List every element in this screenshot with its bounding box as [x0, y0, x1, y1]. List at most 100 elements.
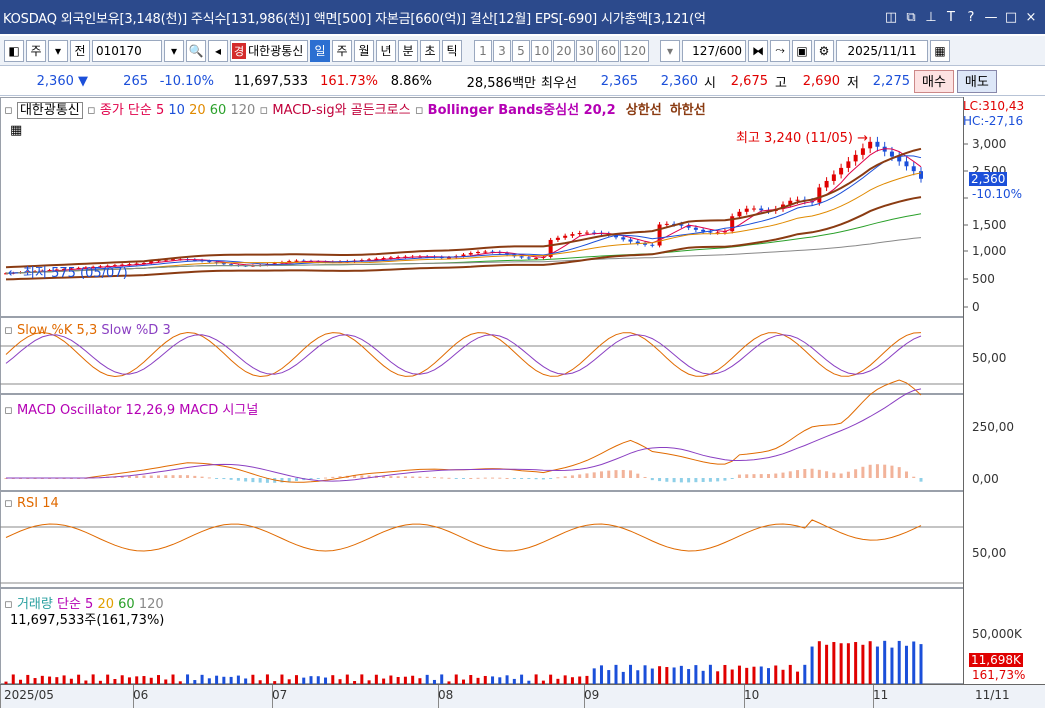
period-tab-2[interactable]: 월: [354, 39, 374, 62]
macd-axis-0: 0,00: [972, 472, 999, 486]
count-input[interactable]: 127/600: [682, 39, 747, 62]
market-dropdown-icon[interactable]: ▾: [48, 39, 68, 62]
volume-bar: [672, 667, 676, 684]
volume-bar: [803, 664, 807, 684]
maximize-icon[interactable]: □: [1001, 10, 1021, 25]
legend-macd: MACD: [179, 403, 219, 418]
chart-area[interactable]: ▫ 대한광통신 ▫ 종가 단순 5 10 20 60 120 ▫ MACD-si…: [0, 97, 1045, 708]
layout-icon[interactable]: ◧: [4, 39, 24, 62]
interval-button-2[interactable]: 5: [512, 39, 530, 62]
close-icon[interactable]: ×: [1021, 10, 1041, 25]
macd-histogram-bar: [817, 469, 821, 478]
speaker-icon[interactable]: ◂: [208, 39, 228, 62]
compare-icon[interactable]: ⤳: [770, 39, 791, 62]
help-icon[interactable]: ?: [961, 10, 981, 25]
interval-button-3[interactable]: 10: [531, 39, 553, 62]
macd-axis-250: 250,00: [972, 420, 1014, 434]
period-tab-5[interactable]: 초: [420, 39, 440, 62]
interval-button-4[interactable]: 20: [553, 39, 575, 62]
volume-bar: [919, 644, 923, 684]
stock-code-input[interactable]: 010170: [92, 39, 162, 62]
turnover-rate: 8.86%: [390, 73, 432, 89]
interval-button-5[interactable]: 30: [575, 39, 597, 62]
code-dropdown-icon[interactable]: ▾: [164, 39, 184, 62]
pin-icon[interactable]: ⊥: [921, 10, 941, 25]
macd-histogram-bar: [418, 476, 422, 478]
volume-bar: [694, 665, 698, 684]
period-tab-3[interactable]: 년: [376, 39, 396, 62]
macd-histogram-bar: [897, 467, 901, 478]
interval-button-1[interactable]: 3: [493, 39, 511, 62]
legend-ma20: 20: [189, 103, 206, 118]
volume-bar: [258, 680, 262, 684]
volume-bar: [781, 669, 785, 684]
minimize-icon[interactable]: —: [981, 10, 1001, 25]
volume-bar: [200, 674, 204, 684]
volume-bar: [541, 680, 545, 684]
macd-histogram-bar: [316, 478, 320, 479]
legend-macd-sig[interactable]: MACD-sig와 골든크로스: [272, 103, 410, 118]
macd-histogram-bar: [411, 476, 415, 478]
volume-bar: [549, 674, 553, 684]
market-select[interactable]: 주: [26, 39, 46, 62]
interval-button-7[interactable]: 120: [620, 39, 650, 62]
volume-bar: [11, 674, 15, 684]
volume-bar: [367, 680, 371, 684]
save-icon[interactable]: ▣: [792, 39, 813, 62]
current-price-tag: 2,360: [969, 172, 1008, 186]
candle-body: [868, 141, 873, 149]
legend-macd-osc[interactable]: MACD Oscillator 12,26,9: [17, 403, 175, 418]
font-icon[interactable]: T: [941, 10, 961, 25]
date-input[interactable]: 2025/11/11: [836, 39, 929, 62]
interval-button-0[interactable]: 1: [474, 39, 492, 62]
tile-icon[interactable]: ⧉: [901, 10, 921, 25]
buy-button[interactable]: 매수: [914, 69, 954, 93]
volume-bar: [759, 666, 763, 684]
macd-histogram-bar: [178, 475, 182, 478]
interval-button-6[interactable]: 60: [597, 39, 620, 62]
sell-button[interactable]: 매도: [956, 69, 997, 93]
indicator-icon[interactable]: ⧓: [748, 39, 769, 62]
period-tab-6[interactable]: 틱: [442, 39, 462, 62]
candle-body: [657, 224, 662, 246]
volume-bar: [40, 675, 44, 684]
legend-slow-d[interactable]: Slow %D 3: [101, 323, 170, 338]
legend-stock-name[interactable]: 대한광통신: [16, 102, 83, 119]
macd-histogram-bar: [287, 478, 291, 482]
stock-name-field[interactable]: 경 대한광통신: [230, 39, 308, 62]
volume-bar: [236, 675, 240, 684]
grid-icon[interactable]: ▦: [10, 123, 22, 138]
period-tab-4[interactable]: 분: [398, 39, 418, 62]
gear-icon[interactable]: ⚙: [814, 39, 835, 62]
volume-bar: [432, 679, 436, 684]
restore-icon[interactable]: ◫: [881, 10, 901, 25]
candle-body: [911, 166, 916, 172]
current-volume-pct: 161,73%: [972, 668, 1026, 682]
volume-bar: [556, 678, 560, 684]
candle-body: [650, 244, 655, 246]
legend-rsi[interactable]: RSI 14: [17, 496, 59, 511]
volume-bar: [382, 678, 386, 684]
best-price-label: 최우선: [541, 75, 577, 91]
calendar-icon[interactable]: ▦: [930, 39, 951, 62]
warning-badge: 경: [232, 42, 247, 59]
search-icon[interactable]: 🔍: [186, 39, 206, 62]
volume-bar: [33, 678, 37, 684]
period-tab-0[interactable]: 일: [310, 39, 330, 62]
all-button[interactable]: 전: [70, 39, 90, 62]
legend-bollinger[interactable]: Bollinger Bands중심선 20,2: [428, 103, 616, 118]
legend-slow-k[interactable]: Slow %K 5,3: [17, 323, 97, 338]
volume-bar: [854, 642, 858, 684]
volume-bar: [614, 664, 618, 684]
price-axis-label: 1,500: [972, 218, 1007, 232]
candle-body: [919, 171, 923, 179]
period-tab-1[interactable]: 주: [332, 39, 352, 62]
macd-histogram-bar: [781, 472, 785, 478]
stock-name: 대한광통신: [248, 44, 304, 58]
interval-dropdown-icon[interactable]: ▾: [660, 39, 681, 62]
volume-bar: [338, 679, 342, 684]
panel-frame: [0, 491, 964, 588]
volume-bar: [142, 676, 146, 684]
legend-ma[interactable]: 종가 단순 5: [100, 103, 164, 118]
macd-histogram-bar: [527, 478, 531, 479]
